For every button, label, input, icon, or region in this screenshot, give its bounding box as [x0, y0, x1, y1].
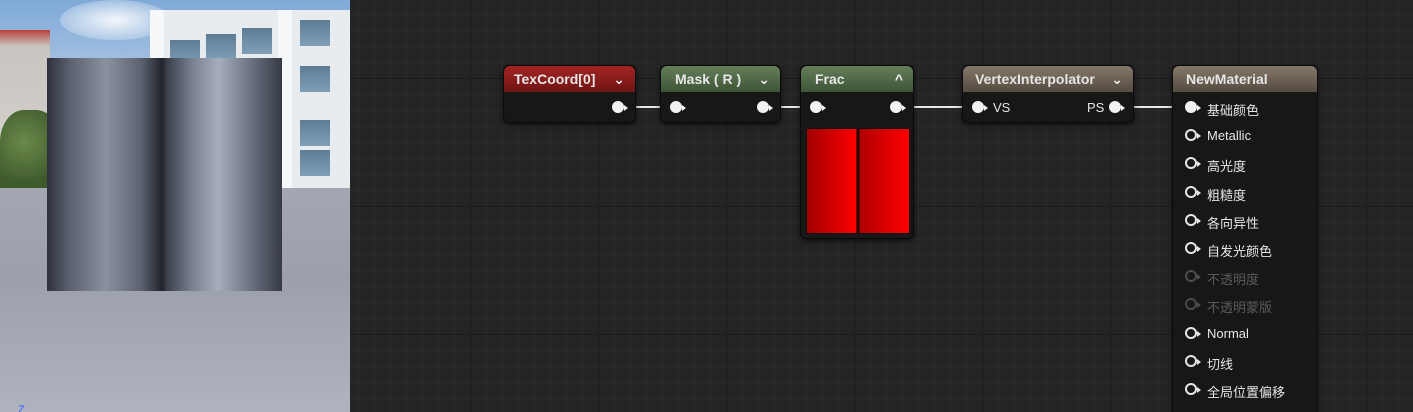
axis-indicator-z: Z	[18, 404, 25, 412]
node-newmaterial[interactable]: NewMaterial 基础颜色 Metallic 高光度粗糙度各向异性自发光颜色不…	[1172, 65, 1318, 412]
material-input-label: 切线	[1207, 356, 1234, 372]
input-pin-icon[interactable]	[670, 101, 686, 113]
material-editor: Z TexCoord[0] ⌄ Mask ( R ) ⌄ Frac ^ Vert…	[0, 0, 1413, 412]
material-input-pin-icon[interactable]	[1185, 157, 1201, 170]
chevron-down-icon[interactable]: ⌄	[613, 71, 625, 88]
material-input-label: 不透明度	[1207, 272, 1260, 288]
node-header-vertexinterpolator: VertexInterpolator ⌄	[963, 66, 1133, 92]
output-pin-icon[interactable]	[1109, 101, 1125, 113]
material-input-label: Metallic	[1207, 128, 1252, 144]
output-pin-icon[interactable]	[890, 101, 906, 113]
material-input-pin-icon[interactable]	[1185, 354, 1201, 367]
material-input-label: 全局位置偏移	[1207, 385, 1286, 400]
material-input-pin-icon[interactable]	[1185, 101, 1201, 113]
input-pin-icon[interactable]	[972, 101, 988, 113]
material-input-pin-icon[interactable]	[1185, 383, 1201, 395]
output-pin-icon[interactable]	[612, 101, 628, 113]
node-header-frac: Frac ^	[801, 66, 913, 92]
node-title: VertexInterpolator	[975, 71, 1095, 87]
material-input-pin-icon[interactable]	[1185, 326, 1201, 339]
material-input-pin-icon[interactable]	[1185, 213, 1201, 226]
output-label-ps: PS	[1087, 100, 1105, 115]
node-texcoord[interactable]: TexCoord[0] ⌄	[503, 65, 636, 123]
input-pin-icon[interactable]	[810, 101, 826, 113]
node-title: TexCoord[0]	[514, 71, 596, 87]
node-preview-thumbnail	[806, 128, 910, 234]
node-title: NewMaterial	[1186, 71, 1268, 87]
material-input-label: 自发光颜色	[1207, 244, 1273, 259]
material-input-pin-icon	[1185, 298, 1201, 311]
node-header-newmaterial: NewMaterial	[1173, 66, 1317, 92]
node-vertexinterpolator[interactable]: VertexInterpolator ⌄ VS PS	[962, 65, 1134, 123]
material-input-label: Normal	[1207, 325, 1249, 341]
material-input-label: 各向异性	[1207, 215, 1260, 231]
chevron-down-icon[interactable]: ⌄	[758, 71, 770, 88]
node-title: Mask ( R )	[675, 71, 742, 87]
node-title: Frac	[815, 71, 845, 87]
output-pin-icon[interactable]	[757, 101, 773, 113]
node-header-mask: Mask ( R ) ⌄	[661, 66, 780, 92]
material-input-label: 不透明蒙版	[1207, 300, 1273, 316]
preview-viewport[interactable]: Z	[0, 0, 350, 412]
material-input-label: 粗糙度	[1207, 187, 1247, 203]
material-input-label: 基础颜色	[1207, 103, 1260, 118]
preview-mesh	[47, 58, 282, 291]
chevron-down-icon[interactable]: ⌄	[1111, 71, 1123, 88]
input-label-vs: VS	[993, 100, 1011, 115]
node-mask[interactable]: Mask ( R ) ⌄	[660, 65, 781, 123]
material-input-pin-icon[interactable]	[1185, 129, 1201, 142]
chevron-up-icon[interactable]: ^	[895, 71, 903, 87]
node-header-texcoord: TexCoord[0] ⌄	[504, 66, 635, 92]
material-input-pin-icon[interactable]	[1185, 185, 1201, 198]
material-input-pin-icon	[1185, 270, 1201, 283]
material-input-pin-icon[interactable]	[1185, 242, 1201, 254]
node-frac[interactable]: Frac ^	[800, 65, 914, 239]
node-graph-canvas[interactable]: TexCoord[0] ⌄ Mask ( R ) ⌄ Frac ^ Vertex…	[350, 0, 1413, 412]
material-input-label: 高光度	[1207, 159, 1247, 175]
